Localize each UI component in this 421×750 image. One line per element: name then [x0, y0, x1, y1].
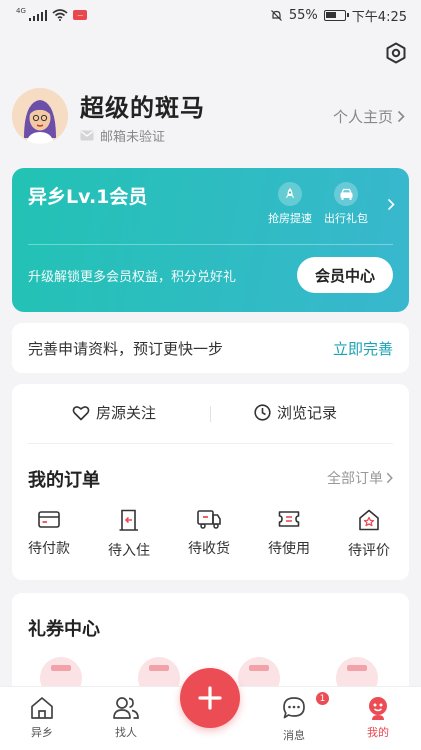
battery-percent: 55% [288, 7, 318, 23]
order-label: 待入住 [108, 543, 150, 559]
mute-bell-icon [270, 9, 282, 21]
tab-label: 异乡 [31, 726, 53, 739]
order-pending-checkin[interactable]: 待入住 [94, 508, 164, 560]
create-post-button[interactable] [180, 668, 240, 728]
status-bar-left: 4G — [16, 7, 88, 21]
complete-now-link[interactable]: 立即完善 [333, 338, 393, 359]
coupon-center-title: 礼券中心 [28, 619, 100, 640]
status-bar: 4G — 55% 下午4:25 [0, 0, 421, 30]
profile-completion-banner[interactable]: 完善申请资料，预订更快一步 立即完善 [12, 323, 409, 373]
chat-icon [283, 697, 305, 719]
profile-header: 超级的斑马 邮箱未验证 个人主页 [12, 86, 409, 146]
heart-icon [72, 405, 90, 420]
people-icon [113, 697, 139, 719]
tab-find-people[interactable]: 找人 [96, 695, 156, 740]
member-benefits-text: 升级解锁更多会员权益，积分兑好礼 [28, 270, 237, 285]
card-icon [38, 511, 60, 528]
orders-card: 房源关注 浏览记录 我的订单 全部订单 待付款 待入住 待收货 待使用 待评价 [12, 384, 409, 580]
clock-icon [254, 404, 271, 421]
network-type: 4G [16, 7, 26, 15]
user-nickname: 超级的斑马 [80, 94, 205, 122]
house-icon [31, 697, 53, 719]
email-status-text: 邮箱未验证 [100, 130, 166, 145]
chevron-right-icon[interactable] [387, 198, 395, 211]
divider [28, 443, 393, 444]
car-icon [334, 182, 358, 206]
order-pending-review[interactable]: 待评价 [334, 508, 404, 560]
avatar[interactable] [12, 88, 68, 144]
homepage-link[interactable]: 个人主页 [333, 106, 405, 127]
settings-button[interactable] [383, 40, 409, 66]
status-bar-right: 55% 下午4:25 [270, 6, 407, 25]
tab-home[interactable]: 异乡 [12, 695, 72, 740]
history-button[interactable]: 浏览记录 [254, 402, 337, 423]
unread-badge: 1 [315, 691, 330, 706]
plus-icon [198, 686, 222, 710]
clock-time: 下午4:25 [351, 9, 407, 25]
tab-label: 我的 [367, 726, 389, 739]
perk-label: 抢房提速 [268, 212, 312, 225]
wifi-icon [52, 9, 68, 21]
all-orders-link[interactable]: 全部订单 [327, 468, 393, 488]
profile-icon [369, 697, 387, 720]
tab-messages[interactable]: 1 消息 [264, 691, 330, 743]
homepage-label: 个人主页 [332, 108, 393, 126]
order-label: 待付款 [28, 541, 70, 557]
favorites-label: 房源关注 [96, 404, 157, 422]
avatar-illustration-icon [12, 88, 68, 144]
favorites-button[interactable]: 房源关注 [72, 402, 156, 423]
email-status-row[interactable]: 邮箱未验证 [80, 126, 165, 145]
order-label: 待评价 [348, 543, 390, 559]
tab-label: 找人 [115, 726, 137, 739]
order-pending-delivery[interactable]: 待收货 [174, 508, 244, 558]
mail-icon [80, 130, 94, 141]
member-level-title: 异乡Lv.1会员 [28, 186, 148, 208]
divider [210, 406, 211, 422]
all-orders-label: 全部订单 [327, 471, 383, 487]
member-center-button[interactable]: 会员中心 [297, 257, 393, 293]
member-card[interactable]: 异乡Lv.1会员 抢房提速 出行礼包 升级解锁更多会员权益，积分兑好礼 会员中心 [12, 168, 409, 312]
chevron-right-icon [386, 472, 393, 484]
chevron-right-icon [397, 110, 405, 123]
order-label: 待收货 [188, 541, 230, 557]
perk-fast-booking[interactable]: 抢房提速 [262, 182, 318, 226]
order-pending-payment[interactable]: 待付款 [14, 508, 84, 558]
ticket-icon [278, 511, 300, 527]
tab-me[interactable]: 我的 [348, 695, 408, 740]
order-label: 待使用 [268, 541, 310, 557]
card-divider [28, 244, 393, 245]
app-notification-icon: — [73, 10, 88, 20]
tab-label: 消息 [283, 729, 305, 742]
completion-prompt: 完善申请资料，预订更快一步 [28, 340, 224, 358]
star-house-icon [359, 509, 379, 531]
rocket-icon [278, 182, 302, 206]
hexagon-gear-icon [386, 42, 406, 64]
orders-title: 我的订单 [28, 470, 100, 491]
battery-icon [323, 9, 349, 21]
order-pending-use[interactable]: 待使用 [254, 508, 324, 558]
truck-icon [197, 510, 221, 529]
history-label: 浏览记录 [277, 404, 338, 422]
perk-travel-pack[interactable]: 出行礼包 [318, 182, 374, 226]
signal-icon [28, 9, 48, 21]
messages-icon-wrap: 1 [281, 691, 330, 724]
perk-label: 出行礼包 [324, 212, 368, 225]
door-icon [119, 509, 138, 531]
